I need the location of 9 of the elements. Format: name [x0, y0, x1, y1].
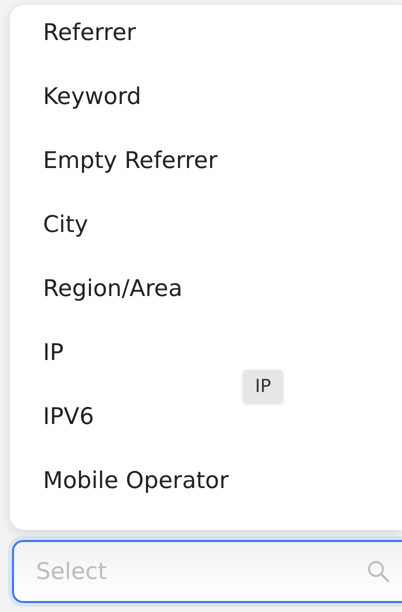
- tooltip: IP: [243, 370, 284, 403]
- menu-item[interactable]: Mobile Operator: [10, 453, 402, 509]
- menu-item[interactable]: City: [10, 197, 402, 253]
- menu-item[interactable]: Region/Area: [10, 261, 402, 317]
- menu-item[interactable]: Keyword: [10, 69, 402, 125]
- search-icon: [366, 559, 390, 583]
- menu-item[interactable]: Referrer: [10, 5, 402, 61]
- select-field[interactable]: Select: [12, 540, 402, 603]
- menu-item[interactable]: Empty Referrer: [10, 133, 402, 189]
